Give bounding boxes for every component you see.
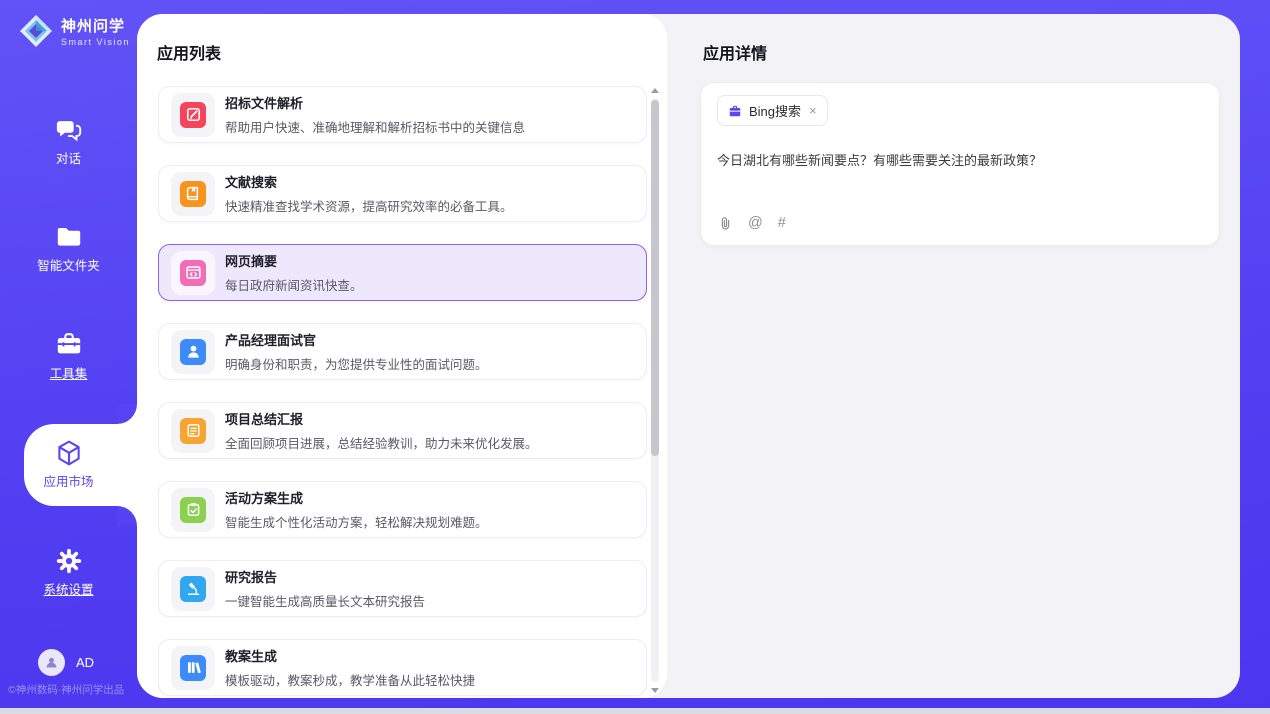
brand-logo: 神州问学 Smart Vision <box>18 13 130 49</box>
app-card-title: 项目总结汇报 <box>225 409 538 428</box>
app-card-desc: 一键智能生成高质量长文本研究报告 <box>225 591 425 610</box>
sidebar-item-cube[interactable]: 应用市场 <box>0 438 137 491</box>
app-card-desc: 智能生成个性化活动方案，轻松解决规划难题。 <box>225 512 488 531</box>
report-icon <box>180 576 206 602</box>
scrollbar-thumb[interactable] <box>651 100 659 456</box>
app-list: 招标文件解析帮助用户快速、准确地理解和解析招标书中的关键信息文献搜索快速精准查找… <box>158 86 647 700</box>
sidebar-item-gear[interactable]: 系统设置 <box>0 546 137 599</box>
sidebar-item-label: 系统设置 <box>43 579 93 598</box>
sidebar-item-label: 智能文件夹 <box>37 255 100 274</box>
prompt-toolbar: @ # <box>718 215 786 231</box>
brand-name: 神州问学 <box>61 15 130 36</box>
webpage-icon <box>180 260 206 286</box>
prompt-input[interactable]: 今日湖北有哪些新闻要点？有哪些需要关注的最新政策？ <box>717 151 1205 171</box>
app-card-desc: 明确身份和职责，为您提供专业性的面试问题。 <box>225 354 488 373</box>
app-card-title: 文献搜索 <box>225 172 513 191</box>
app-card[interactable]: 招标文件解析帮助用户快速、准确地理解和解析招标书中的关键信息 <box>158 86 647 143</box>
app-card[interactable]: 活动方案生成智能生成个性化活动方案，轻松解决规划难题。 <box>158 481 647 538</box>
sidebar-item-toolbox[interactable]: 工具集 <box>0 330 137 383</box>
edit-icon <box>180 102 206 128</box>
app-icon <box>171 646 215 690</box>
app-card-desc: 全面回顾项目进展，总结经验教训，助力未来优化发展。 <box>225 433 538 452</box>
tool-tag-label: Bing搜索 <box>749 101 801 120</box>
app-list-panel: 应用列表 招标文件解析帮助用户快速、准确地理解和解析招标书中的关键信息文献搜索快… <box>137 14 667 698</box>
close-icon[interactable]: × <box>809 103 817 118</box>
person-icon <box>44 655 59 670</box>
brand-subtitle: Smart Vision <box>61 37 130 47</box>
bubble-curve-top <box>117 404 137 424</box>
user-profile[interactable]: AD <box>38 649 94 676</box>
app-detail-title: 应用详情 <box>703 40 767 64</box>
app-card-title: 研究报告 <box>225 567 425 586</box>
toolbox-icon <box>0 330 137 360</box>
gear-icon <box>0 546 137 576</box>
prompt-card: Bing搜索 × 今日湖北有哪些新闻要点？有哪些需要关注的最新政策？ @ # <box>700 82 1220 246</box>
scrollbar[interactable] <box>649 84 661 696</box>
cube-icon <box>0 438 137 468</box>
app-card[interactable]: 教案生成模板驱动，教案秒成，教学准备从此轻松快捷 <box>158 639 647 696</box>
app-card[interactable]: 网页摘要每日政府新闻资讯快查。 <box>158 244 647 301</box>
app-list-title: 应用列表 <box>157 40 221 64</box>
app-card-title: 网页摘要 <box>225 251 363 270</box>
clipboard-icon <box>180 497 206 523</box>
main-panel: 应用列表 招标文件解析帮助用户快速、准确地理解和解析招标书中的关键信息文献搜索快… <box>137 14 1240 698</box>
scroll-up-button[interactable] <box>649 84 661 96</box>
brand-logo-icon <box>18 13 54 49</box>
app-card-desc: 每日政府新闻资讯快查。 <box>225 275 363 294</box>
sidebar-item-folder[interactable]: 智能文件夹 <box>0 222 137 275</box>
app-card-title: 教案生成 <box>225 646 475 665</box>
sidebar-item-label: 对话 <box>56 148 81 167</box>
sidebar: 神州问学 Smart Vision 对话智能文件夹工具集应用市场系统设置 AD … <box>0 0 137 714</box>
hashtag-icon[interactable]: # <box>778 215 786 231</box>
interviewer-icon <box>180 339 206 365</box>
app-card-title: 活动方案生成 <box>225 488 488 507</box>
app-card[interactable]: 项目总结汇报全面回顾项目进展，总结经验教训，助力未来优化发展。 <box>158 402 647 459</box>
sidebar-item-label: 应用市场 <box>43 471 93 490</box>
app-detail-panel: 应用详情 Bing搜索 × 今日湖北有哪些新闻要点？有哪些需要关注的最新政策？ … <box>682 14 1240 698</box>
app-icon <box>171 251 215 295</box>
app-window: 神州问学 Smart Vision 对话智能文件夹工具集应用市场系统设置 AD … <box>0 0 1270 714</box>
app-card-desc: 帮助用户快速、准确地理解和解析招标书中的关键信息 <box>225 117 525 136</box>
avatar[interactable] <box>38 649 65 676</box>
app-card[interactable]: 文献搜索快速精准查找学术资源，提高研究效率的必备工具。 <box>158 165 647 222</box>
attachment-icon[interactable] <box>718 216 733 231</box>
book-icon <box>180 181 206 207</box>
notepad-icon <box>180 418 206 444</box>
app-card-title: 招标文件解析 <box>225 93 525 112</box>
app-icon <box>171 567 215 611</box>
sidebar-item-chat[interactable]: 对话 <box>0 115 137 168</box>
mention-icon[interactable]: @ <box>748 215 763 231</box>
user-initials: AD <box>76 655 94 670</box>
tool-tag[interactable]: Bing搜索 × <box>717 95 828 126</box>
folder-icon <box>0 222 137 252</box>
app-icon <box>171 330 215 374</box>
scroll-down-button[interactable] <box>649 684 661 696</box>
briefcase-icon <box>728 104 742 118</box>
chat-icon <box>0 115 137 145</box>
arrow-up-icon <box>651 88 659 93</box>
app-icon <box>171 488 215 532</box>
app-card[interactable]: 产品经理面试官明确身份和职责，为您提供专业性的面试问题。 <box>158 323 647 380</box>
copyright-text: ©神州数码·神州问学出品 <box>8 682 124 697</box>
app-icon <box>171 93 215 137</box>
sidebar-item-label: 工具集 <box>50 363 88 382</box>
app-card-desc: 模板驱动，教案秒成，教学准备从此轻松快捷 <box>225 670 475 689</box>
books-icon <box>180 655 206 681</box>
bottom-strip <box>0 708 1270 714</box>
app-card-title: 产品经理面试官 <box>225 330 488 349</box>
app-icon <box>171 409 215 453</box>
arrow-down-icon <box>651 688 659 693</box>
app-card[interactable]: 研究报告一键智能生成高质量长文本研究报告 <box>158 560 647 617</box>
app-icon <box>171 172 215 216</box>
bubble-curve-bottom <box>117 506 137 526</box>
app-card-desc: 快速精准查找学术资源，提高研究效率的必备工具。 <box>225 196 513 215</box>
